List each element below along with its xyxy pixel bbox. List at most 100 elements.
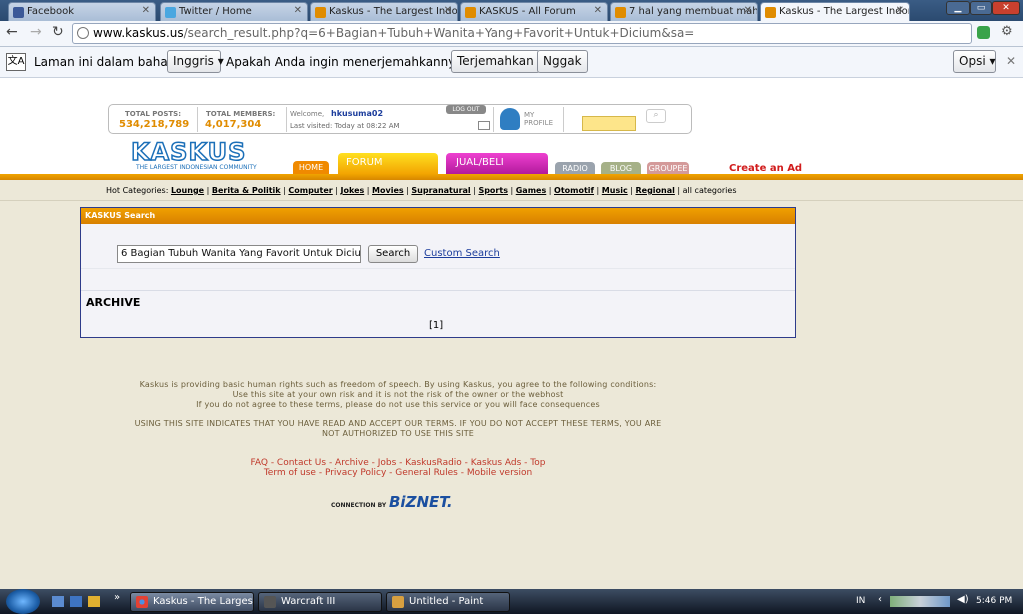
tab-facebook[interactable]: Facebook ✕ <box>8 2 156 21</box>
footer-line: Use this site at your own risk and it is… <box>232 390 564 399</box>
footer-line: Kaskus is providing basic human rights s… <box>139 380 657 389</box>
total-posts-label: TOTAL POSTS: <box>125 110 182 118</box>
connection-label: CONNECTION BY <box>331 502 387 509</box>
footer-terms: NOT AUTHORIZED TO USE THIS SITE <box>321 429 475 438</box>
category-regional[interactable]: Regional <box>635 186 674 195</box>
translate-button[interactable]: Terjemahkan <box>451 50 540 73</box>
page-number[interactable]: [1] <box>429 320 443 331</box>
wrench-icon[interactable]: ⚙ <box>1001 24 1013 39</box>
maximize-button[interactable]: ▭ <box>970 1 992 15</box>
category-berita[interactable]: Berita & Politik <box>212 186 281 195</box>
translate-icon: 文A <box>6 53 26 71</box>
translate-question: Apakah Anda ingin menerjemahkannya? <box>226 55 470 69</box>
taskbar-chrome[interactable]: Kaskus - The Larges... <box>130 592 254 612</box>
header-search-input[interactable] <box>582 116 636 131</box>
search-icon[interactable]: ⌕ <box>646 109 666 123</box>
category-music[interactable]: Music <box>602 186 628 195</box>
options-button[interactable]: Opsi ▾ <box>953 50 996 73</box>
facebook-icon <box>13 7 24 18</box>
total-members-label: TOTAL MEMBERS: <box>206 110 276 118</box>
stats-box: TOTAL POSTS: 534,218,789 TOTAL MEMBERS: … <box>108 104 692 134</box>
close-icon[interactable]: ✕ <box>294 5 302 16</box>
language-value: Inggris <box>173 54 214 68</box>
category-supranatural[interactable]: Supranatural <box>411 186 470 195</box>
close-icon[interactable]: ✕ <box>896 5 904 16</box>
search-input[interactable]: 6 Bagian Tubuh Wanita Yang Favorit Untuk… <box>117 245 361 263</box>
my-profile-link[interactable]: MY PROFILE <box>524 111 560 127</box>
welcome-label: Welcome, <box>290 110 325 118</box>
close-icon[interactable]: ✕ <box>444 5 452 16</box>
close-window-button[interactable]: ✕ <box>992 1 1020 15</box>
twitter-icon <box>165 7 176 18</box>
paint-icon <box>392 596 404 608</box>
start-button[interactable] <box>6 589 40 614</box>
category-jokes[interactable]: Jokes <box>340 186 364 195</box>
category-lounge[interactable]: Lounge <box>171 186 204 195</box>
custom-search-link[interactable]: Custom Search <box>424 248 500 259</box>
category-sports[interactable]: Sports <box>478 186 508 195</box>
nav-jualbeli[interactable]: JUAL/BELI <box>446 153 548 175</box>
decline-button[interactable]: Nggak <box>537 50 588 73</box>
kaskus-logo[interactable]: KASKUS <box>130 139 261 165</box>
forward-icon[interactable]: → <box>30 24 42 40</box>
mail-icon[interactable] <box>478 121 490 130</box>
close-icon[interactable]: ✕ <box>594 5 602 16</box>
footer-links[interactable]: Term of use - Privacy Policy - General R… <box>0 468 796 478</box>
taskbar-paint[interactable]: Untitled - Paint <box>386 592 510 612</box>
category-computer[interactable]: Computer <box>288 186 332 195</box>
tab-7-hal[interactable]: 7 hal yang membuat mah ✕ <box>610 2 758 21</box>
search-panel <box>80 207 796 338</box>
ie-icon[interactable] <box>70 596 82 607</box>
url-host: www.kaskus.us <box>93 26 184 40</box>
nav-home[interactable]: HOME <box>293 161 329 175</box>
tab-label: Twitter / Home <box>179 6 252 17</box>
tray-icons[interactable] <box>890 596 950 607</box>
taskbar: » Kaskus - The Larges... Warcraft III Un… <box>0 589 1023 614</box>
reload-icon[interactable]: ↻ <box>52 24 64 40</box>
category-movies[interactable]: Movies <box>372 186 404 195</box>
back-icon[interactable]: ← <box>6 24 18 40</box>
create-ad-link[interactable]: Create an Ad <box>729 163 802 174</box>
total-members-value: 4,017,304 <box>205 119 262 130</box>
logo-tagline: THE LARGEST INDONESIAN COMMUNITY <box>136 164 257 171</box>
language-indicator[interactable]: IN <box>856 596 865 606</box>
tab-strip: Facebook ✕ Twitter / Home ✕ Kaskus - The… <box>0 0 1023 21</box>
tab-twitter[interactable]: Twitter / Home ✕ <box>160 2 308 21</box>
logout-button[interactable]: LOG OUT <box>446 105 486 114</box>
biznet-logo[interactable]: BiZNET. <box>389 493 453 511</box>
all-categories-link[interactable]: all categories <box>683 186 737 195</box>
taskbar-warcraft[interactable]: Warcraft III <box>258 592 382 612</box>
tab-label: KASKUS - All Forum <box>479 6 576 17</box>
username-link[interactable]: hkusuma02 <box>331 109 383 118</box>
tab-kaskus-1[interactable]: Kaskus - The Largest Indor ✕ <box>310 2 458 21</box>
footer-links[interactable]: FAQ - Contact Us - Archive - Jobs - Kask… <box>0 458 796 468</box>
category-games[interactable]: Games <box>516 186 547 195</box>
tab-label: Kaskus - The Largest Indor <box>329 6 458 17</box>
translate-prefix: Laman ini dalam bahasa <box>34 55 182 69</box>
close-icon[interactable]: ✕ <box>142 5 150 16</box>
taskbar-label: Warcraft III <box>281 596 336 607</box>
archive-heading: ARCHIVE <box>86 296 141 309</box>
kaskus-icon <box>315 7 326 18</box>
nav-forum[interactable]: FORUM <box>338 153 438 175</box>
language-select[interactable]: Inggris ▾ <box>167 50 224 73</box>
profile-icon[interactable] <box>500 108 520 130</box>
folder-icon[interactable] <box>88 596 100 607</box>
search-button[interactable]: Search <box>368 245 418 263</box>
url-path: /search_result.php?q=6+Bagian+Tubuh+Wani… <box>183 26 695 40</box>
clock[interactable]: 5:46 PM <box>976 596 1012 606</box>
address-bar[interactable]: www.kaskus.us/search_result.php?q=6+Bagi… <box>72 23 972 44</box>
close-infobar-icon[interactable]: ✕ <box>1006 54 1016 68</box>
translate-infobar: 文A Laman ini dalam bahasa Inggris ▾ Apak… <box>0 47 1023 78</box>
tab-kaskus-active[interactable]: Kaskus - The Largest Indor ✕ <box>760 2 910 21</box>
minimize-button[interactable]: ▁ <box>946 1 970 15</box>
chrome-icon <box>136 596 148 608</box>
tray-expand-icon[interactable]: ‹ <box>878 594 882 605</box>
category-otomotif[interactable]: Otomotif <box>554 186 594 195</box>
show-desktop-icon[interactable] <box>52 596 64 607</box>
close-icon[interactable]: ✕ <box>744 5 752 16</box>
extension-icon[interactable] <box>977 26 990 39</box>
more-icon[interactable]: » <box>114 592 120 603</box>
tab-kaskus-forum[interactable]: KASKUS - All Forum ✕ <box>460 2 608 21</box>
volume-icon[interactable]: ◀) <box>957 594 969 605</box>
